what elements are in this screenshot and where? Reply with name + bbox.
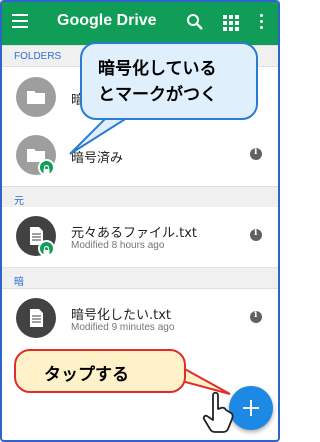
add-fab-button[interactable]: [229, 386, 273, 430]
annotation-text: 暗号化している とマークがつく: [98, 56, 217, 108]
phone-screen: Google Drive FOLDERS 暗 暗号済み 元: [0, 0, 280, 442]
annotation-line: 暗号化している: [98, 59, 217, 79]
pointing-hand-icon: [202, 391, 234, 433]
annotation-callout-tap: タップする: [14, 349, 186, 393]
annotation-text: タップする: [44, 365, 129, 385]
annotation-callout-encrypted: 暗号化している とマークがつく: [80, 42, 258, 120]
annotation-line: とマークがつく: [98, 85, 217, 105]
